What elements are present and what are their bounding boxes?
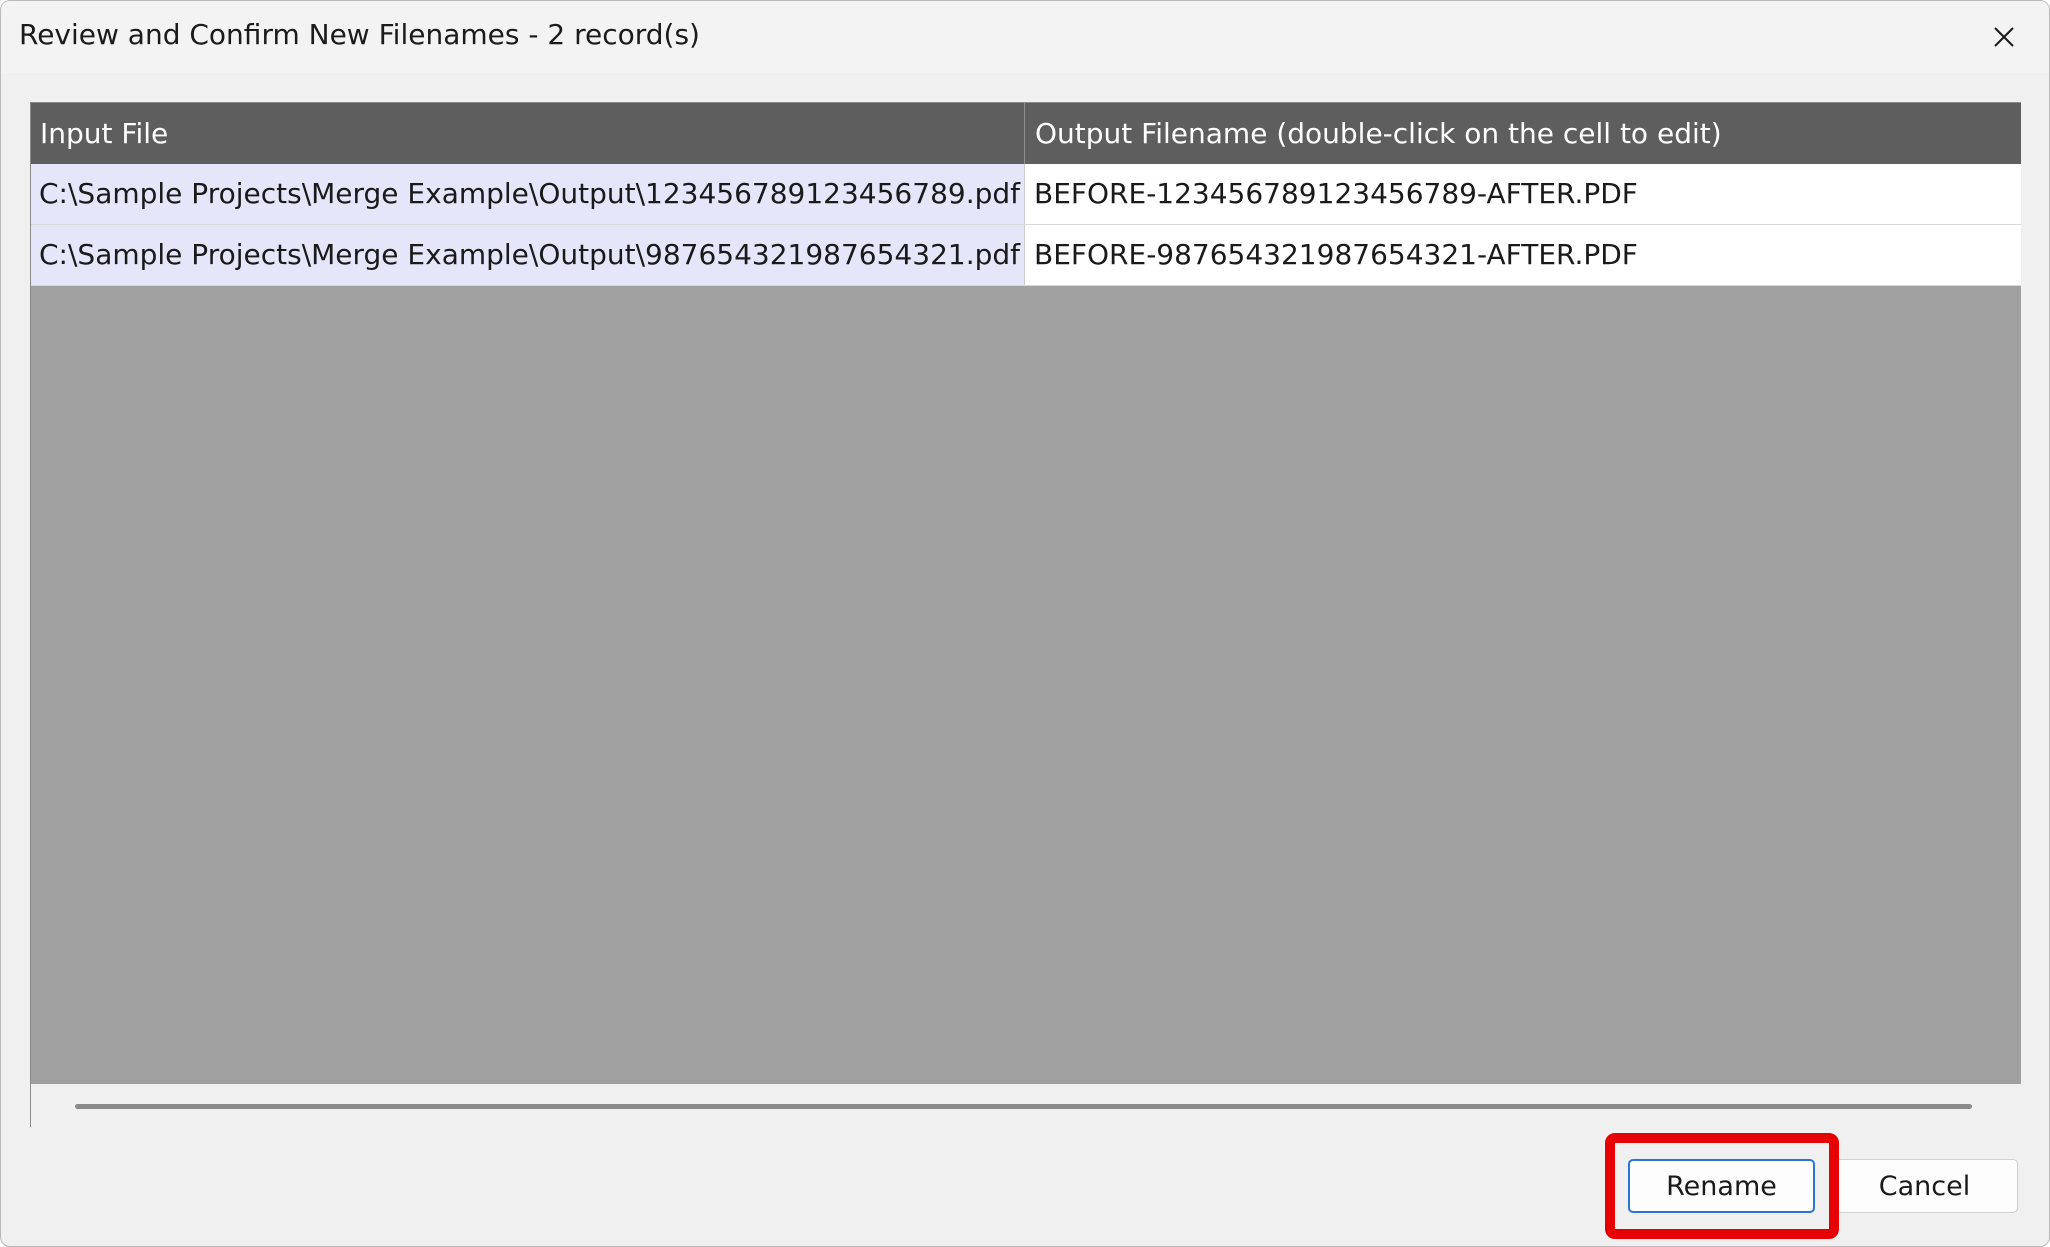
output-filename-cell[interactable]: BEFORE-123456789123456789-AFTER.PDF [1026,164,2021,224]
grid-header-row: Input File Output Filename (double-click… [31,103,2021,164]
filename-grid[interactable]: Input File Output Filename (double-click… [30,102,2021,1127]
input-file-cell[interactable]: C:\Sample Projects\Merge Example\Output\… [31,164,1025,224]
rename-button[interactable]: Rename [1628,1159,1815,1213]
input-file-cell[interactable]: C:\Sample Projects\Merge Example\Output\… [31,225,1025,285]
column-header-output-filename[interactable]: Output Filename (double-click on the cel… [1026,103,2021,164]
dialog-window: Review and Confirm New Filenames - 2 rec… [0,0,2050,1247]
table-row[interactable]: C:\Sample Projects\Merge Example\Output\… [31,225,2021,286]
cancel-button[interactable]: Cancel [1831,1159,2018,1213]
output-filename-cell[interactable]: BEFORE-987654321987654321-AFTER.PDF [1026,225,2021,285]
horizontal-scrollbar[interactable] [31,1084,2021,1127]
dialog-title: Review and Confirm New Filenames - 2 rec… [19,18,700,51]
scrollbar-thumb[interactable] [75,1104,1972,1109]
table-row[interactable]: C:\Sample Projects\Merge Example\Output\… [31,164,2021,225]
title-bar: Review and Confirm New Filenames - 2 rec… [1,1,2049,73]
close-icon [1994,27,2014,47]
close-button[interactable] [1959,1,2049,73]
column-header-input-file[interactable]: Input File [31,103,1025,164]
